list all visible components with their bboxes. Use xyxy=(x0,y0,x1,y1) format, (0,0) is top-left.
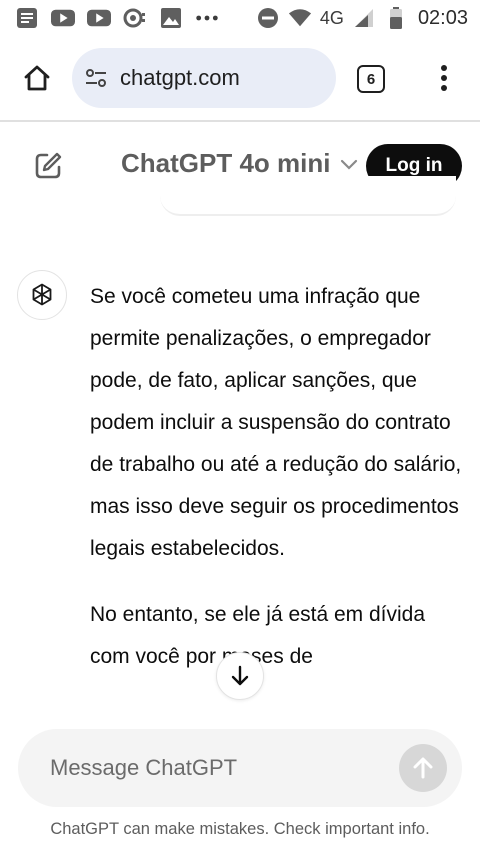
disclaimer-text: ChatGPT can make mistakes. Check importa… xyxy=(50,820,430,838)
arrow-down-icon xyxy=(231,665,249,686)
clock: 02:03 xyxy=(417,6,468,29)
browser-toolbar: chatgpt.com 6 xyxy=(0,36,480,120)
youtube-icon xyxy=(51,7,75,29)
tab-count: 6 xyxy=(366,70,376,88)
composer-area: ChatGPT can make mistakes. Check importa… xyxy=(0,720,480,854)
new-chat-icon xyxy=(35,152,62,179)
send-button[interactable] xyxy=(399,744,447,792)
assistant-avatar xyxy=(17,270,67,320)
message-input[interactable] xyxy=(50,753,370,783)
tab-switcher-button[interactable]: 6 xyxy=(357,65,385,93)
gallery-icon xyxy=(159,7,183,29)
user-message-bubble xyxy=(160,176,456,216)
chevron-down-icon xyxy=(341,159,358,170)
assistant-message: Se você cometeu uma infração que permite… xyxy=(90,276,468,702)
home-button[interactable] xyxy=(19,60,55,96)
model-name: ChatGPT 4o mini xyxy=(121,148,331,178)
do-not-disturb-icon xyxy=(256,7,280,29)
notification-icons xyxy=(15,6,219,30)
signal-icon xyxy=(352,7,376,29)
url-text: chatgpt.com xyxy=(120,65,240,90)
youtube-icon xyxy=(87,7,111,29)
wifi-icon xyxy=(288,7,312,29)
composer xyxy=(18,729,462,807)
more-notifications-icon xyxy=(195,7,219,29)
site-settings-icon[interactable] xyxy=(84,66,108,90)
podcast-icon xyxy=(123,7,147,29)
news-icon xyxy=(15,7,39,29)
message-paragraph: No entanto, se ele já está em dívida com… xyxy=(90,603,426,668)
model-selector[interactable]: ChatGPT 4o mini xyxy=(121,148,358,179)
message-paragraph: Se você cometeu uma infração que permite… xyxy=(90,285,462,560)
scroll-to-bottom-button[interactable] xyxy=(216,652,264,700)
status-bar: 4G 02:03 xyxy=(0,0,480,36)
battery-icon xyxy=(384,7,408,29)
arrow-up-icon xyxy=(413,757,433,779)
more-vert-icon xyxy=(441,65,447,91)
system-indicators: 4G 02:03 xyxy=(256,6,468,30)
address-bar[interactable]: chatgpt.com xyxy=(72,48,336,108)
network-type-label: 4G xyxy=(319,7,344,28)
openai-logo-icon xyxy=(32,283,52,306)
new-chat-button[interactable] xyxy=(32,150,64,182)
browser-menu-button[interactable] xyxy=(430,60,458,96)
home-icon xyxy=(24,65,50,91)
